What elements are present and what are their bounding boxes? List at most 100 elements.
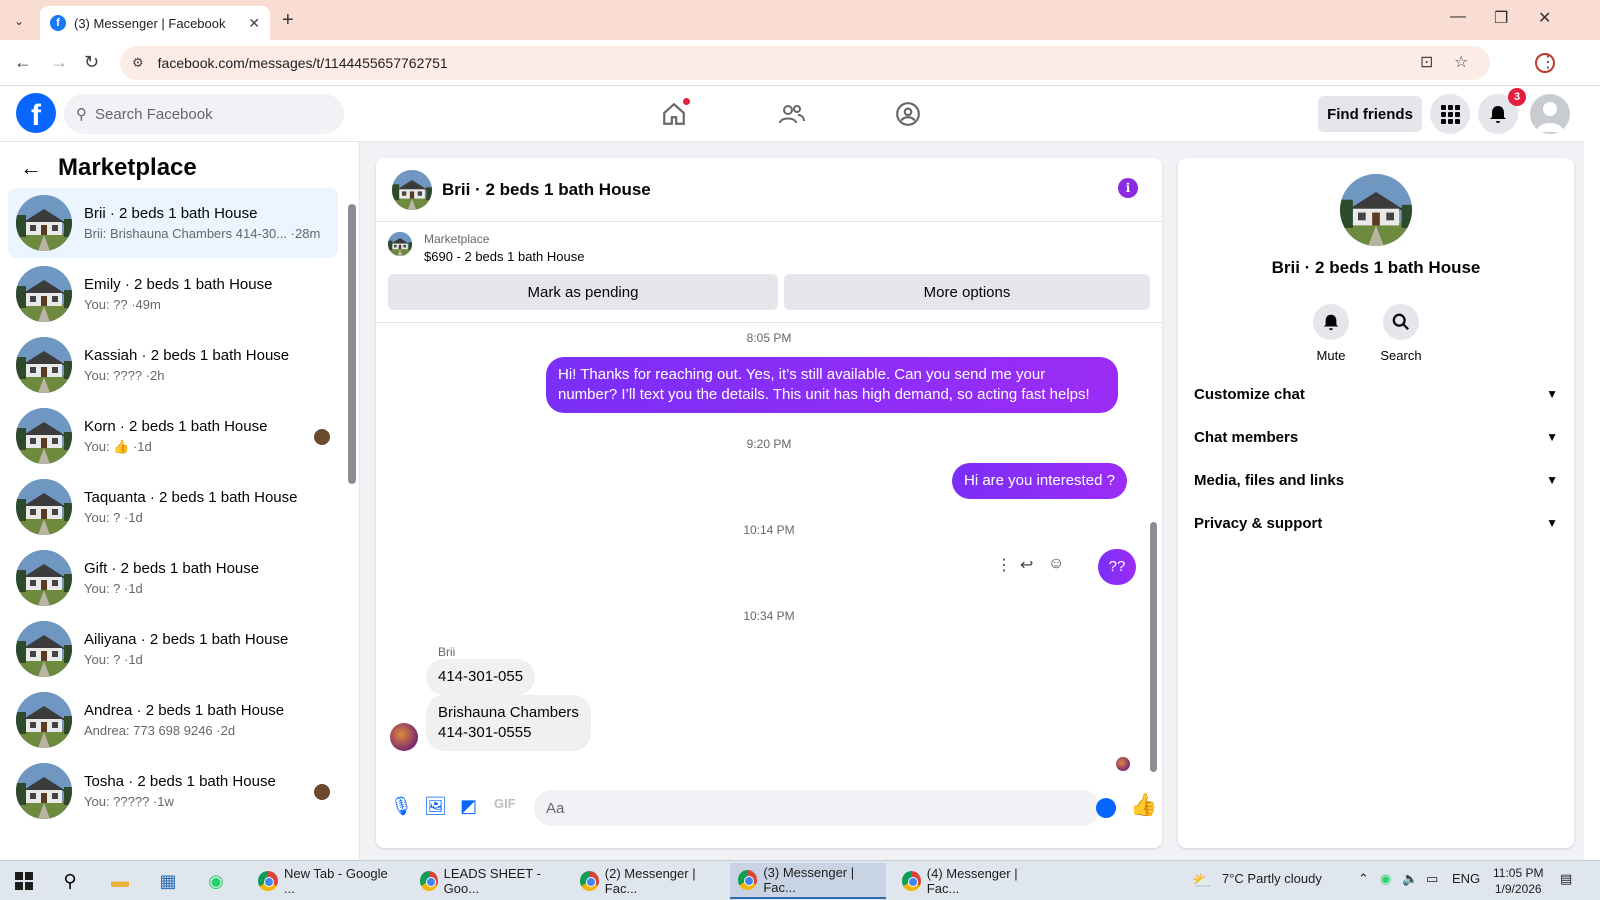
- restore-icon[interactable]: ❐: [1494, 8, 1508, 28]
- tray-chevron-icon[interactable]: ⌃: [1358, 871, 1369, 887]
- friends-icon[interactable]: [774, 96, 810, 132]
- account-avatar[interactable]: [1530, 94, 1570, 134]
- outgoing-message[interactable]: ??: [1098, 549, 1136, 585]
- browser-profile-icon[interactable]: [1535, 53, 1555, 73]
- bookmark-star-icon[interactable]: ☆: [1454, 52, 1468, 72]
- language-indicator[interactable]: ENG: [1452, 871, 1480, 886]
- seen-avatar: [314, 429, 330, 445]
- task-label: (3) Messenger | Fac...: [763, 865, 855, 895]
- microphone-icon[interactable]: 🎙: [390, 796, 413, 817]
- taskbar-search-icon[interactable]: ⚲: [58, 869, 82, 893]
- customize-chat-row[interactable]: Customize chat ▼: [1194, 374, 1558, 414]
- network-icon[interactable]: ▭: [1426, 871, 1438, 887]
- chat-members-row[interactable]: Chat members ▼: [1194, 417, 1558, 457]
- taskbar-task[interactable]: LEADS SHEET - Goo...: [412, 863, 564, 899]
- conversation-item[interactable]: Kassiah · 2 beds 1 bath House You: ???? ·…: [8, 330, 338, 400]
- marketplace-inbox: ← Marketplace Brii · 2 beds 1 bath House…: [0, 142, 360, 860]
- conversation-item[interactable]: Brii · 2 beds 1 bath House Brii: Brishaun…: [8, 188, 338, 258]
- conversation-item[interactable]: Andrea · 2 beds 1 bath House Andrea: 773 …: [8, 685, 338, 755]
- taskbar-task[interactable]: New Tab - Google ...: [250, 863, 402, 899]
- conversation-text: Ailiyana · 2 beds 1 bath House You: ? ·1d: [84, 631, 288, 667]
- mark-as-pending-button[interactable]: Mark as pending: [388, 274, 778, 310]
- menu-grid-icon[interactable]: [1430, 94, 1470, 134]
- conversation-scrollbar[interactable]: [348, 204, 356, 484]
- inbox-title: Marketplace: [58, 154, 197, 181]
- new-tab-icon[interactable]: +: [282, 9, 294, 32]
- mute-action[interactable]: Mute: [1296, 304, 1366, 363]
- taskbar-task-active[interactable]: (3) Messenger | Fac...: [730, 863, 886, 899]
- weather-text[interactable]: 7°C Partly cloudy: [1222, 871, 1322, 886]
- browser-tab-active[interactable]: f (3) Messenger | Facebook ✕: [40, 6, 270, 40]
- media-files-links-row[interactable]: Media, files and links ▼: [1194, 460, 1558, 500]
- chrome-icon: [580, 871, 599, 891]
- conversation-item[interactable]: Gift · 2 beds 1 bath House You: ? ·1d: [8, 543, 338, 613]
- outgoing-message[interactable]: Hi are you interested ?: [952, 463, 1127, 499]
- privacy-support-row[interactable]: Privacy & support ▼: [1194, 503, 1558, 543]
- conversation-item[interactable]: Taquanta · 2 beds 1 bath House You: ? ·1d: [8, 472, 338, 542]
- seen-avatar: [314, 784, 330, 800]
- search-facebook-input[interactable]: ⚲ Search Facebook: [64, 94, 344, 134]
- conversation-item[interactable]: Emily · 2 beds 1 bath House You: ?? ·49m: [8, 259, 338, 329]
- search-action[interactable]: Search: [1366, 304, 1436, 363]
- incoming-message[interactable]: Brishauna Chambers 414-301-0555: [426, 695, 591, 751]
- whatsapp-icon[interactable]: ◉: [204, 869, 228, 893]
- like-thumb-icon[interactable]: 👍: [1130, 792, 1157, 818]
- back-arrow-icon[interactable]: ←: [20, 155, 42, 181]
- search-placeholder: Search Facebook: [95, 105, 213, 123]
- task-label: LEADS SHEET - Goo...: [443, 866, 541, 896]
- tray-whatsapp-icon[interactable]: ◉: [1380, 871, 1391, 887]
- conversation-item[interactable]: Korn · 2 beds 1 bath House You: 👍 ·1d: [8, 401, 338, 471]
- conversation-item[interactable]: Ailiyana · 2 beds 1 bath House You: ? ·1d: [8, 614, 338, 684]
- notification-center-icon[interactable]: ▤: [1560, 871, 1572, 887]
- close-tab-icon[interactable]: ✕: [248, 15, 260, 32]
- volume-icon[interactable]: 🔈: [1402, 871, 1418, 887]
- chat-house-thumbnail[interactable]: [392, 169, 432, 210]
- taskbar-task[interactable]: (4) Messenger | Fac...: [894, 863, 1046, 899]
- react-emoji-icon[interactable]: ☺: [1048, 555, 1064, 573]
- more-actions-icon[interactable]: ⋮: [996, 555, 1012, 575]
- info-icon[interactable]: i: [1118, 178, 1138, 198]
- windows-start-icon[interactable]: [12, 869, 36, 893]
- site-info-icon[interactable]: ⚙: [132, 55, 144, 71]
- incoming-message[interactable]: 414-301-055: [426, 659, 536, 695]
- taskbar-task[interactable]: (2) Messenger | Fac...: [572, 863, 724, 899]
- reload-icon[interactable]: ↻: [84, 52, 99, 73]
- chat-title[interactable]: Brii · 2 beds 1 bath House: [442, 180, 651, 200]
- conversation-text: Brii · 2 beds 1 bath House Brii: Brishaun…: [84, 205, 320, 241]
- search-icon[interactable]: [1383, 304, 1419, 340]
- weather-icon[interactable]: ⛅: [1192, 871, 1212, 891]
- photo-icon[interactable]: 🖼: [424, 796, 447, 817]
- tab-search-icon[interactable]: ⌄: [8, 10, 30, 32]
- timestamp: 8:05 PM: [746, 331, 792, 345]
- chrome-icon: [420, 871, 438, 891]
- sticker-icon[interactable]: ◩: [460, 796, 477, 817]
- reply-icon[interactable]: ↩: [1020, 555, 1033, 575]
- message-scrollbar[interactable]: [1150, 522, 1157, 772]
- conversation-item[interactable]: Tosha · 2 beds 1 bath House You: ????? ·1…: [8, 756, 338, 826]
- close-window-icon[interactable]: ✕: [1538, 8, 1551, 28]
- timestamp: 9:20 PM: [746, 437, 792, 451]
- page-scrollbar[interactable]: [1584, 86, 1600, 860]
- install-app-icon[interactable]: ⊡: [1420, 52, 1433, 72]
- listing-price[interactable]: $690 - 2 beds 1 bath House: [424, 249, 584, 264]
- message-input[interactable]: Aa: [534, 790, 1100, 826]
- emoji-icon[interactable]: [1096, 798, 1116, 818]
- back-icon[interactable]: ←: [14, 52, 32, 73]
- url-field[interactable]: ⚙ facebook.com/messages/t/11444556577627…: [120, 46, 1490, 80]
- bell-icon[interactable]: [1313, 304, 1349, 340]
- facebook-logo-icon[interactable]: f: [16, 93, 56, 133]
- system-clock[interactable]: 11:05 PM 1/9/2026: [1493, 865, 1543, 897]
- chat-profile-picture[interactable]: [1340, 174, 1412, 246]
- more-options-button[interactable]: More options: [784, 274, 1150, 310]
- forward-icon[interactable]: →: [50, 52, 68, 73]
- calculator-icon[interactable]: ▦: [156, 869, 180, 893]
- listing-thumbnail[interactable]: [388, 232, 412, 256]
- minimize-icon[interactable]: —: [1450, 8, 1466, 26]
- file-explorer-icon[interactable]: ▬: [108, 869, 132, 893]
- sender-avatar[interactable]: [390, 723, 418, 751]
- groups-icon[interactable]: [890, 96, 926, 132]
- gif-icon[interactable]: GIF: [494, 796, 516, 811]
- chat-header: Brii · 2 beds 1 bath House i: [376, 158, 1162, 222]
- find-friends-button[interactable]: Find friends: [1318, 96, 1422, 132]
- outgoing-message[interactable]: Hi! Thanks for reaching out. Yes, it’s s…: [546, 357, 1118, 413]
